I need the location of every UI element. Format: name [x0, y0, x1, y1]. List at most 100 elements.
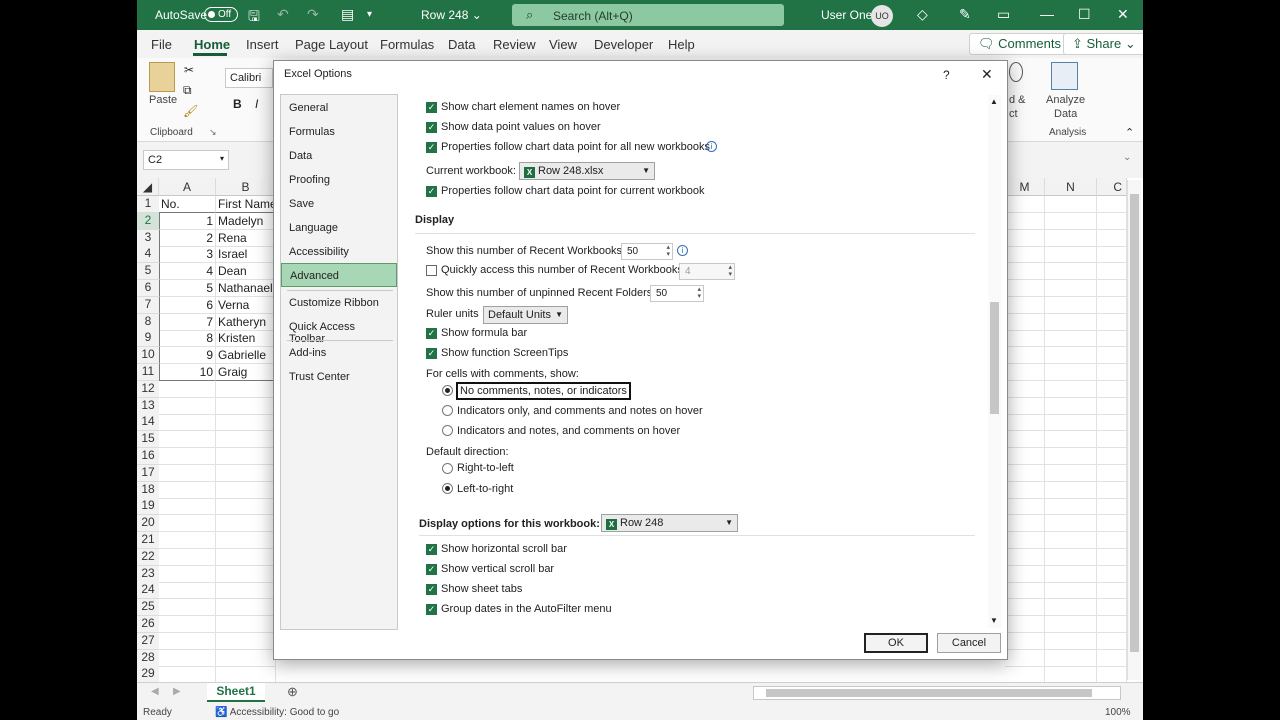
font-name-box[interactable]: Calibri	[225, 68, 273, 88]
bold-icon[interactable]: B	[233, 97, 242, 111]
cell-b[interactable]	[216, 431, 276, 449]
cell-b[interactable]	[216, 414, 276, 432]
ltr-radio[interactable]	[442, 483, 453, 494]
form-icon[interactable]: ▤	[341, 6, 354, 23]
grid-cell[interactable]	[1045, 565, 1097, 583]
grid-cell[interactable]	[1005, 431, 1045, 449]
grid-cell[interactable]	[1005, 565, 1045, 583]
cell-b[interactable]	[216, 616, 276, 633]
cancel-button[interactable]: Cancel	[937, 633, 1001, 653]
props-all-checkbox[interactable]: ✓	[426, 142, 437, 153]
cell-a[interactable]	[159, 515, 216, 533]
grid-cell[interactable]	[1005, 498, 1045, 516]
cell-a[interactable]	[159, 666, 216, 684]
group-dates-checkbox[interactable]: ✓	[426, 604, 437, 615]
tab-insert[interactable]: Insert	[246, 37, 279, 52]
grid-cell[interactable]	[1005, 246, 1045, 264]
zoom-level[interactable]: 100%	[1105, 707, 1131, 718]
cell-a[interactable]: 8	[159, 330, 216, 348]
grid-cell[interactable]	[1005, 548, 1045, 566]
customize-qat-icon[interactable]: ▾	[367, 9, 372, 20]
cell-b[interactable]	[216, 515, 276, 533]
cell-b[interactable]: Nathanael	[216, 280, 276, 297]
cell-a[interactable]	[159, 649, 216, 667]
tab-file[interactable]: File	[151, 37, 172, 52]
save-icon[interactable]: 🖫	[248, 6, 260, 30]
cell-a[interactable]: 7	[159, 313, 216, 331]
scroll-down-icon[interactable]: ▼	[990, 616, 998, 625]
paste-label[interactable]: Paste	[149, 94, 177, 106]
grid-cell[interactable]	[1045, 263, 1097, 281]
grid-cell[interactable]	[1005, 414, 1045, 432]
grid-cell[interactable]	[1097, 632, 1127, 650]
grid-cell[interactable]	[1097, 229, 1127, 247]
grid-cell[interactable]	[1097, 364, 1127, 381]
prev-sheet-icon[interactable]: ◀	[151, 686, 159, 697]
grid-cell[interactable]	[1005, 380, 1045, 398]
grid-cell[interactable]	[1097, 548, 1127, 566]
workbook-select[interactable]: X Row 248 ▼	[601, 514, 738, 532]
share-button[interactable]: ⇪ Share ⌄	[1063, 33, 1143, 55]
cell-b[interactable]: Israel	[216, 246, 276, 264]
ok-button[interactable]: OK	[864, 633, 928, 653]
cell-a[interactable]	[159, 548, 216, 566]
tab-developer[interactable]: Developer	[594, 37, 653, 52]
grid-cell[interactable]	[1097, 649, 1127, 667]
data-point-values-checkbox[interactable]: ✓	[426, 122, 437, 133]
cell-a[interactable]	[159, 431, 216, 449]
grid-cell[interactable]	[1005, 196, 1045, 213]
analyze-data-icon[interactable]	[1051, 62, 1078, 90]
grid-cell[interactable]	[1045, 481, 1097, 499]
nav-customize-ribbon[interactable]: Customize Ribbon	[281, 291, 397, 315]
tab-home[interactable]: Home	[194, 37, 230, 52]
row-header[interactable]: 5	[137, 263, 159, 281]
cell-b[interactable]: Gabrielle	[216, 347, 276, 365]
expand-formula-icon[interactable]: ⌄	[1123, 152, 1131, 163]
cell-a[interactable]: 9	[159, 347, 216, 365]
grid-cell[interactable]	[1045, 246, 1097, 264]
grid-cell[interactable]	[1005, 397, 1045, 415]
tab-help[interactable]: Help	[668, 37, 695, 52]
info-icon[interactable]: i	[706, 141, 717, 152]
row-header[interactable]: 28	[137, 649, 159, 667]
grid-cell[interactable]	[1097, 397, 1127, 415]
cell-b[interactable]	[216, 565, 276, 583]
grid-cell[interactable]	[1045, 532, 1097, 549]
select-all-corner[interactable]: ◢	[137, 178, 159, 196]
nav-add-ins[interactable]: Add-ins	[281, 341, 397, 365]
grid-cell[interactable]	[1005, 515, 1045, 533]
row-header[interactable]: 14	[137, 414, 159, 432]
row-header[interactable]: 24	[137, 582, 159, 600]
grid-cell[interactable]	[1005, 296, 1045, 314]
nav-advanced[interactable]: Advanced	[281, 263, 397, 287]
pen-icon[interactable]: ✎	[959, 6, 971, 23]
row-header[interactable]: 15	[137, 431, 159, 449]
grid-cell[interactable]	[1005, 616, 1045, 633]
grid-cell[interactable]	[1045, 347, 1097, 365]
nav-general[interactable]: General	[281, 96, 397, 120]
grid-cell[interactable]	[1097, 263, 1127, 281]
cell-b[interactable]: Rena	[216, 229, 276, 247]
minimize-icon[interactable]: —	[1040, 6, 1054, 22]
row-header[interactable]: 3	[137, 229, 159, 247]
col-header-o[interactable]: C	[1097, 178, 1127, 196]
scroll-up-icon[interactable]: ▲	[990, 97, 998, 106]
grid-cell[interactable]	[1045, 498, 1097, 516]
cell-a[interactable]: No.	[159, 196, 216, 213]
nav-data[interactable]: Data	[281, 144, 397, 168]
grid-cell[interactable]	[1097, 380, 1127, 398]
grid-cell[interactable]	[1045, 448, 1097, 465]
file-name[interactable]: Row 248 ⌄	[421, 8, 482, 22]
cell-a[interactable]	[159, 632, 216, 650]
row-header[interactable]: 11	[137, 364, 159, 381]
grid-cell[interactable]	[1045, 414, 1097, 432]
row-header[interactable]: 22	[137, 548, 159, 566]
collapse-ribbon-icon[interactable]: ⌃	[1125, 126, 1134, 139]
analyze-data-label-1[interactable]: Analyze	[1046, 94, 1085, 106]
copy-icon[interactable]: ⧉	[183, 83, 192, 98]
row-header[interactable]: 8	[137, 313, 159, 331]
cell-a[interactable]	[159, 532, 216, 549]
cell-b[interactable]: First Name	[216, 196, 276, 213]
grid-cell[interactable]	[1045, 296, 1097, 314]
cell-b[interactable]: Kristen	[216, 330, 276, 348]
